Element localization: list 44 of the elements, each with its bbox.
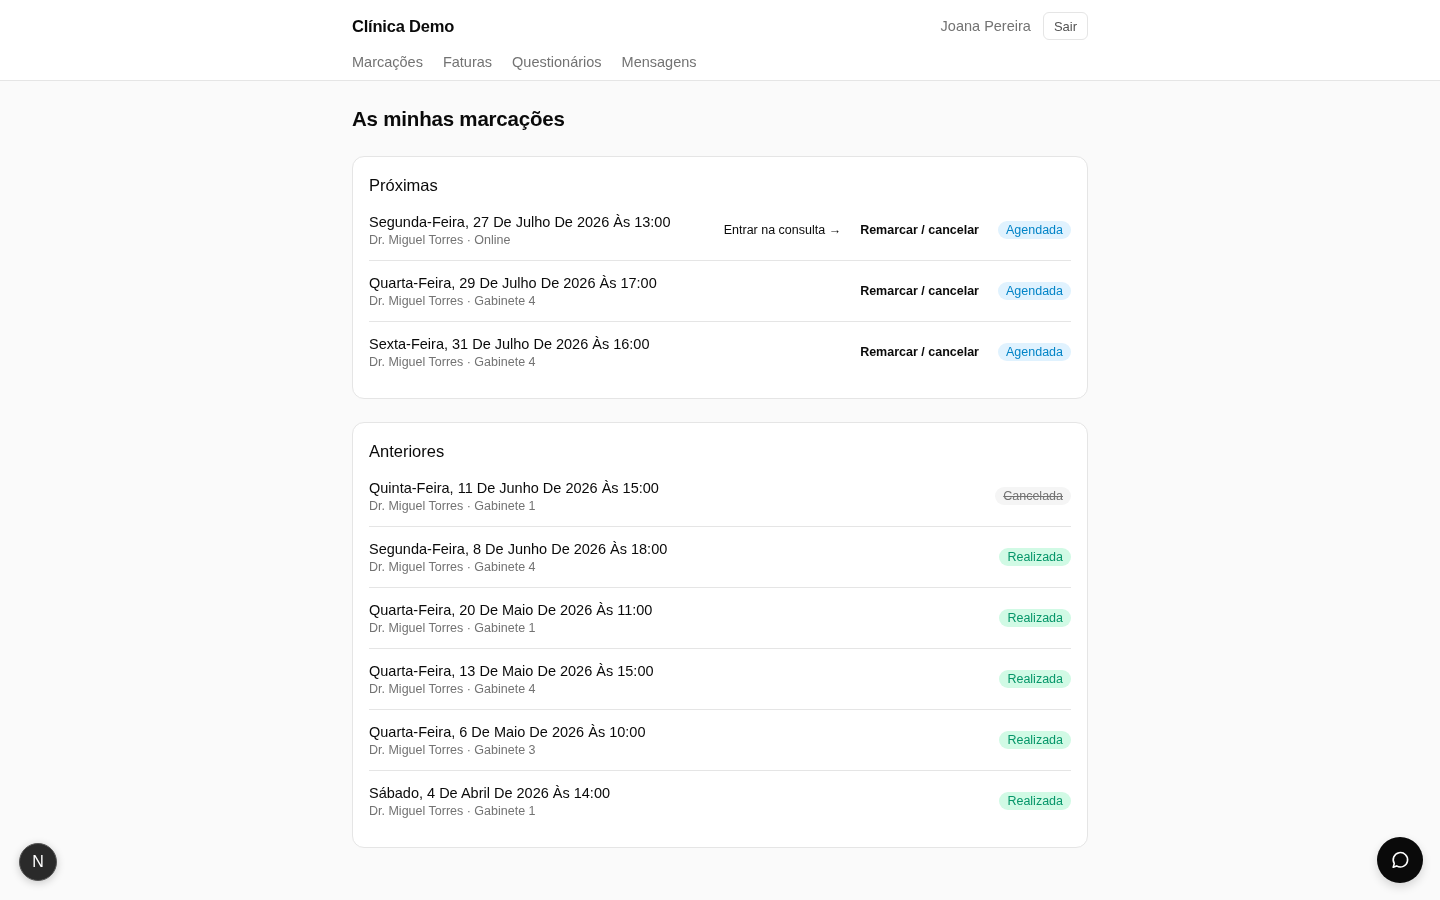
reschedule-link[interactable]: Remarcar / cancelar — [860, 284, 979, 298]
reschedule-link[interactable]: Remarcar / cancelar — [860, 223, 979, 237]
appointment-details: Dr. Miguel Torres · Gabinete 4 — [369, 293, 536, 309]
dev-indicator-button[interactable]: N — [19, 843, 57, 881]
page-title: As minhas marcações — [352, 106, 565, 132]
user-name: Joana Pereira — [940, 18, 1031, 34]
reschedule-link[interactable]: Remarcar / cancelar — [860, 345, 979, 359]
chat-bubble-icon — [1390, 850, 1410, 870]
nav-link[interactable]: Questionários — [512, 52, 602, 72]
nav-link[interactable]: Faturas — [442, 52, 493, 72]
appointment-datetime: Sábado, 4 De Abril De 2026 Às 14:00 — [369, 784, 611, 803]
chat-button[interactable] — [1377, 837, 1423, 883]
join-consultation-link[interactable]: Entrar na consulta → — [723, 223, 842, 237]
status-badge: Agendada — [998, 282, 1071, 300]
appointment-datetime: Segunda-Feira, 27 De Julho De 2026 Às 13:00 — [369, 213, 671, 232]
nav-link[interactable]: Mensagens — [621, 52, 697, 72]
appointment-details: Dr. Miguel Torres · Gabinete 4 — [369, 681, 536, 697]
status-badge: Agendada — [998, 343, 1071, 361]
status-badge: Realizada — [999, 792, 1071, 810]
section-title: Próximas — [369, 175, 439, 196]
appointment-datetime: Quarta-Feira, 29 De Julho De 2026 Às 17:00 — [369, 274, 657, 293]
appointment-datetime: Sexta-Feira, 31 De Julho De 2026 Às 16:00 — [369, 335, 650, 354]
appointment-datetime: Quarta-Feira, 20 De Maio De 2026 Às 11:00 — [369, 601, 653, 620]
status-badge: Realizada — [999, 670, 1071, 688]
appointment-details: Dr. Miguel Torres · Online — [369, 232, 511, 248]
section-title: Anteriores — [369, 441, 446, 462]
appointment-details: Dr. Miguel Torres · Gabinete 1 — [369, 498, 536, 514]
appointment-details: Dr. Miguel Torres · Gabinete 3 — [369, 742, 536, 758]
appointment-datetime: Segunda-Feira, 8 De Junho De 2026 Às 18:00 — [369, 540, 668, 559]
status-badge: Realizada — [999, 609, 1071, 627]
status-badge: Agendada — [998, 221, 1071, 239]
appointment-details: Dr. Miguel Torres · Gabinete 4 — [369, 559, 536, 575]
logout-button[interactable]: Sair — [1042, 12, 1088, 40]
status-badge: Realizada — [999, 731, 1071, 749]
appointment-details: Dr. Miguel Torres · Gabinete 4 — [369, 354, 536, 370]
nav-link[interactable]: Marcações — [352, 52, 423, 72]
status-badge: Cancelada — [995, 487, 1071, 505]
appointment-datetime: Quarta-Feira, 13 De Maio De 2026 Às 15:00 — [369, 662, 654, 681]
appointment-details: Dr. Miguel Torres · Gabinete 1 — [369, 620, 536, 636]
appointment-datetime: Quarta-Feira, 6 De Maio De 2026 Às 10:00 — [369, 723, 646, 742]
appointment-datetime: Quinta-Feira, 11 De Junho De 2026 Às 15:00 — [369, 479, 659, 498]
appointment-details: Dr. Miguel Torres · Gabinete 1 — [369, 803, 536, 819]
brand-name: Clínica Demo — [352, 16, 455, 36]
status-badge: Realizada — [999, 548, 1071, 566]
